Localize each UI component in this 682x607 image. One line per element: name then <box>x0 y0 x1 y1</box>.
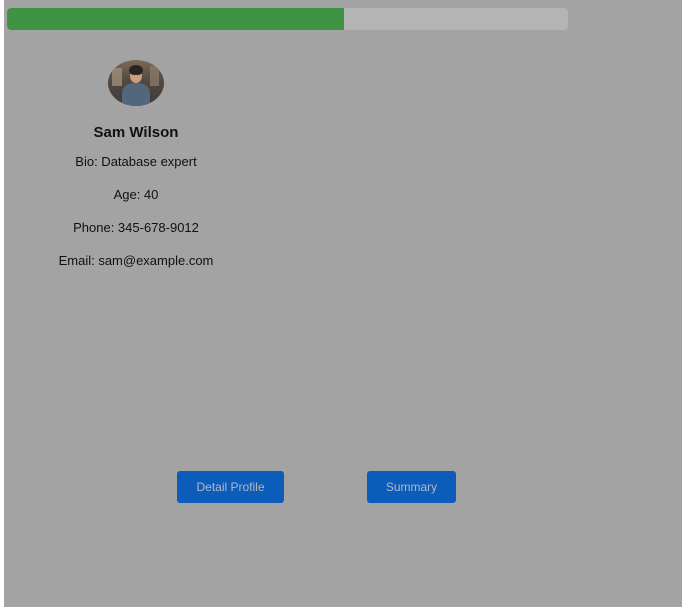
progress-bar <box>7 8 568 30</box>
avatar <box>108 60 164 106</box>
avatar-background-window-2 <box>150 66 159 86</box>
progress-bar-fill <box>7 8 344 30</box>
avatar-background-window <box>112 68 122 86</box>
profile-age: Age: 40 <box>113 187 159 202</box>
avatar-shirt <box>122 83 150 106</box>
profile-phone: Phone: 345-678-9012 <box>73 220 199 235</box>
summary-button[interactable]: Summary <box>367 471 456 503</box>
detail-profile-button[interactable]: Detail Profile <box>177 471 284 503</box>
avatar-hair <box>129 65 143 75</box>
profile-name: Sam Wilson <box>93 124 179 141</box>
profile-email: Email: sam@example.com <box>58 253 214 268</box>
profile-bio: Bio: Database expert <box>75 154 197 169</box>
profile-card: Sam Wilson Bio: Database expert Age: 40 … <box>26 60 246 270</box>
